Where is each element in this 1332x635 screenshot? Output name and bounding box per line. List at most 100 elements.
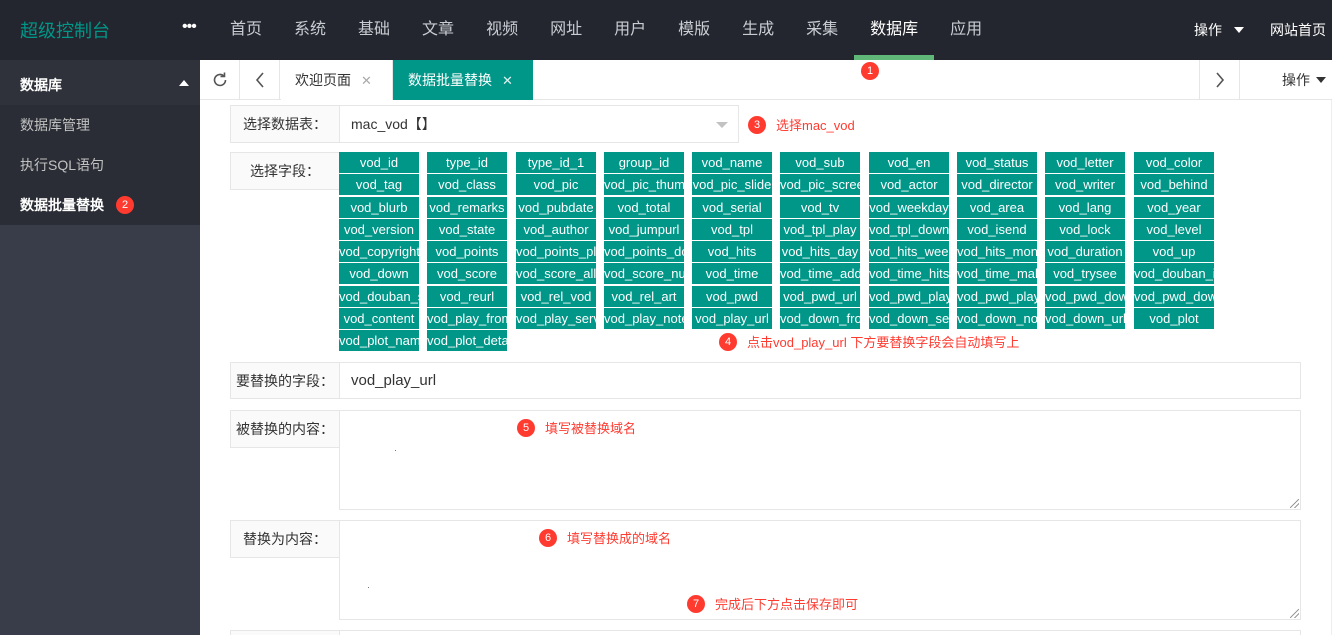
tab-welcome[interactable]: 欢迎页面 ✕ xyxy=(281,60,393,100)
field-button-vod_pubdate[interactable]: vod_pubdate xyxy=(516,197,596,218)
field-button-vod_blurb[interactable]: vod_blurb xyxy=(339,197,419,218)
field-button-vod_pic_slide[interactable]: vod_pic_slide xyxy=(692,174,772,195)
field-button-vod_play_server[interactable]: vod_play_server xyxy=(516,308,596,329)
resize-handle-icon[interactable] xyxy=(1290,609,1299,618)
field-button-vod_hits_day[interactable]: vod_hits_day xyxy=(780,241,860,262)
nav-item-4[interactable]: 视频 xyxy=(470,0,534,60)
field-button-vod_sub[interactable]: vod_sub xyxy=(780,152,860,173)
field-button-vod_down_from[interactable]: vod_down_from xyxy=(780,308,860,329)
nav-item-9[interactable]: 采集 xyxy=(790,0,854,60)
field-button-vod_down_note[interactable]: vod_down_note xyxy=(957,308,1037,329)
replace-field-input[interactable]: vod_play_url xyxy=(339,362,1301,399)
field-button-vod_tv[interactable]: vod_tv xyxy=(780,197,860,218)
field-button-vod_pwd_url[interactable]: vod_pwd_url xyxy=(780,286,860,307)
field-button-vod_points_down[interactable]: vod_points_down xyxy=(604,241,684,262)
field-button-type_id[interactable]: type_id xyxy=(427,152,507,173)
field-button-vod_hits_week[interactable]: vod_hits_week xyxy=(869,241,949,262)
field-button-vod_points_play[interactable]: vod_points_play xyxy=(516,241,596,262)
field-button-vod_status[interactable]: vod_status xyxy=(957,152,1037,173)
field-button-vod_down_server[interactable]: vod_down_server xyxy=(869,308,949,329)
refresh-button[interactable] xyxy=(200,60,240,100)
field-button-vod_trysee[interactable]: vod_trysee xyxy=(1045,263,1125,284)
field-button-group_id[interactable]: group_id xyxy=(604,152,684,173)
field-button-vod_plot[interactable]: vod_plot xyxy=(1134,308,1214,329)
field-button-vod_lang[interactable]: vod_lang xyxy=(1045,197,1125,218)
nav-item-8[interactable]: 生成 xyxy=(726,0,790,60)
field-button-vod_weekday[interactable]: vod_weekday xyxy=(869,197,949,218)
field-button-vod_reurl[interactable]: vod_reurl xyxy=(427,286,507,307)
field-button-vod_name[interactable]: vod_name xyxy=(692,152,772,173)
field-button-vod_score[interactable]: vod_score xyxy=(427,263,507,284)
field-button-vod_down_url[interactable]: vod_down_url xyxy=(1045,308,1125,329)
nav-item-10[interactable]: 数据库 xyxy=(854,0,935,60)
nav-item-7[interactable]: 模版 xyxy=(662,0,726,60)
field-button-vod_version[interactable]: vod_version xyxy=(339,219,419,240)
field-button-vod_rel_vod[interactable]: vod_rel_vod xyxy=(516,286,596,307)
field-button-vod_hits_month[interactable]: vod_hits_month xyxy=(957,241,1037,262)
nav-item-3[interactable]: 文章 xyxy=(406,0,470,60)
field-button-vod_tpl_down[interactable]: vod_tpl_down xyxy=(869,219,949,240)
resize-handle-icon[interactable] xyxy=(1290,499,1299,508)
field-button-vod_copyright[interactable]: vod_copyright xyxy=(339,241,419,262)
field-button-vod_douban_score[interactable]: vod_douban_score xyxy=(339,286,419,307)
field-button-vod_hits[interactable]: vod_hits xyxy=(692,241,772,262)
nav-item-1[interactable]: 系统 xyxy=(278,0,342,60)
field-button-vod_tag[interactable]: vod_tag xyxy=(339,174,419,195)
field-button-vod_behind[interactable]: vod_behind xyxy=(1134,174,1214,195)
replaced-content-textarea[interactable] xyxy=(339,410,1301,510)
field-button-vod_points[interactable]: vod_points xyxy=(427,241,507,262)
more-menu-icon[interactable]: ••• xyxy=(182,18,197,36)
tab-prev-button[interactable] xyxy=(240,60,280,100)
field-button-vod_down[interactable]: vod_down xyxy=(339,263,419,284)
sidebar-item-db-manage[interactable]: 数据库管理 xyxy=(0,105,200,145)
sidebar-item-exec-sql[interactable]: 执行SQL语句 xyxy=(0,145,200,185)
tab-batch-replace[interactable]: 数据批量替换 ✕ xyxy=(393,60,533,100)
field-button-vod_play_note[interactable]: vod_play_note xyxy=(604,308,684,329)
field-button-vod_total[interactable]: vod_total xyxy=(604,197,684,218)
field-button-vod_remarks[interactable]: vod_remarks xyxy=(427,197,507,218)
tab-operate-menu[interactable]: 操作 xyxy=(1282,60,1332,100)
field-button-vod_pic_screenshot[interactable]: vod_pic_screenshot xyxy=(780,174,860,195)
nav-item-5[interactable]: 网址 xyxy=(534,0,598,60)
top-operate-menu[interactable]: 操作 xyxy=(1194,20,1244,40)
field-button-vod_pwd_down[interactable]: vod_pwd_down xyxy=(1045,286,1125,307)
nav-item-6[interactable]: 用户 xyxy=(598,0,662,60)
field-button-vod_time_hits[interactable]: vod_time_hits xyxy=(869,263,949,284)
field-button-vod_tpl_play[interactable]: vod_tpl_play xyxy=(780,219,860,240)
field-button-vod_id[interactable]: vod_id xyxy=(339,152,419,173)
field-button-vod_level[interactable]: vod_level xyxy=(1134,219,1214,240)
field-button-vod_score_all[interactable]: vod_score_all xyxy=(516,263,596,284)
field-button-vod_plot_name[interactable]: vod_plot_name xyxy=(339,330,419,351)
field-button-vod_state[interactable]: vod_state xyxy=(427,219,507,240)
field-button-vod_up[interactable]: vod_up xyxy=(1134,241,1214,262)
field-button-vod_play_from[interactable]: vod_play_from xyxy=(427,308,507,329)
next-row-input[interactable] xyxy=(339,630,1301,635)
site-home-link[interactable]: 网站首页 xyxy=(1270,20,1326,40)
field-button-vod_pwd_down_url[interactable]: vod_pwd_down_url xyxy=(1134,286,1214,307)
field-button-vod_douban_id[interactable]: vod_douban_id xyxy=(1134,263,1214,284)
field-button-vod_lock[interactable]: vod_lock xyxy=(1045,219,1125,240)
field-button-vod_pwd[interactable]: vod_pwd xyxy=(692,286,772,307)
close-icon[interactable]: ✕ xyxy=(361,73,372,88)
field-button-vod_actor[interactable]: vod_actor xyxy=(869,174,949,195)
field-button-vod_color[interactable]: vod_color xyxy=(1134,152,1214,173)
field-button-vod_pwd_play[interactable]: vod_pwd_play xyxy=(869,286,949,307)
sidebar-item-batch-replace[interactable]: 数据批量替换 2 xyxy=(0,185,200,225)
field-button-vod_time[interactable]: vod_time xyxy=(692,263,772,284)
field-button-vod_author[interactable]: vod_author xyxy=(516,219,596,240)
field-button-vod_pic_thumb[interactable]: vod_pic_thumb xyxy=(604,174,684,195)
field-button-vod_score_num[interactable]: vod_score_num xyxy=(604,263,684,284)
table-select[interactable]: mac_vod【】 xyxy=(339,105,739,143)
close-icon[interactable]: ✕ xyxy=(502,73,513,88)
field-button-vod_play_url[interactable]: vod_play_url xyxy=(692,308,772,329)
tab-next-button[interactable] xyxy=(1199,60,1240,100)
field-button-vod_time_add[interactable]: vod_time_add xyxy=(780,263,860,284)
field-button-vod_isend[interactable]: vod_isend xyxy=(957,219,1037,240)
field-button-vod_pwd_play_url[interactable]: vod_pwd_play_url xyxy=(957,286,1037,307)
field-button-vod_duration[interactable]: vod_duration xyxy=(1045,241,1125,262)
field-button-vod_rel_art[interactable]: vod_rel_art xyxy=(604,286,684,307)
field-button-vod_area[interactable]: vod_area xyxy=(957,197,1037,218)
field-button-vod_jumpurl[interactable]: vod_jumpurl xyxy=(604,219,684,240)
field-button-vod_letter[interactable]: vod_letter xyxy=(1045,152,1125,173)
field-button-vod_writer[interactable]: vod_writer xyxy=(1045,174,1125,195)
